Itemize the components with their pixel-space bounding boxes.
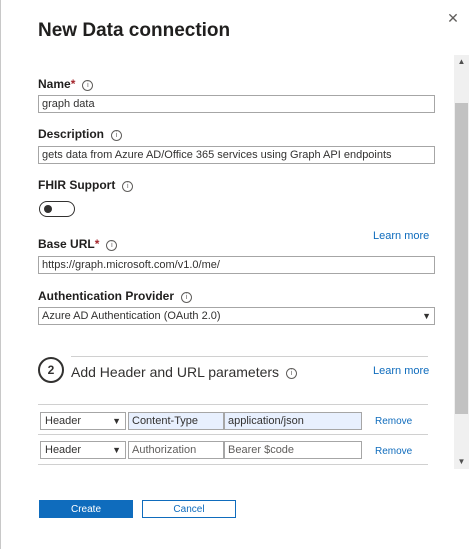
fhir-support-label: FHIR Support i <box>38 178 134 192</box>
param-value-input[interactable]: application/json <box>224 412 362 430</box>
name-input[interactable]: graph data <box>38 95 435 113</box>
required-mark: * <box>70 77 76 91</box>
fhir-support-toggle[interactable] <box>39 201 75 217</box>
params-learn-more-link[interactable]: Learn more <box>373 365 429 377</box>
auth-provider-label: Authentication Provider i <box>38 289 193 303</box>
param-type-selected: Header <box>45 444 82 456</box>
param-type-dropdown[interactable]: Header ▼ <box>40 441 126 459</box>
fhir-support-label-text: FHIR Support <box>38 178 116 192</box>
base-url-label: Base URL* i <box>38 237 118 251</box>
section-title: Add Header and URL parameters i <box>71 364 298 380</box>
scroll-down-arrow-icon[interactable]: ▼ <box>454 455 469 469</box>
param-type-dropdown[interactable]: Header ▼ <box>40 412 126 430</box>
auth-provider-label-text: Authentication Provider <box>38 289 175 303</box>
vertical-scrollbar[interactable]: ▲ ▼ <box>454 55 469 469</box>
info-icon[interactable]: i <box>181 292 193 303</box>
param-key-input[interactable]: Authorization <box>128 441 224 459</box>
info-icon[interactable]: i <box>286 368 298 379</box>
info-icon[interactable]: i <box>122 181 134 192</box>
base-url-input[interactable]: https://graph.microsoft.com/v1.0/me/ <box>38 256 435 274</box>
auth-provider-selected: Azure AD Authentication (OAuth 2.0) <box>42 310 221 322</box>
step-number-badge: 2 <box>38 357 64 383</box>
auth-provider-dropdown[interactable]: Azure AD Authentication (OAuth 2.0) ▼ <box>38 307 435 325</box>
info-icon[interactable]: i <box>106 240 118 251</box>
name-label: Name* i <box>38 77 94 91</box>
new-data-connection-panel: ✕ New Data connection ▲ ▼ Name* i graph d… <box>0 0 469 549</box>
cancel-button[interactable]: Cancel <box>142 500 236 518</box>
base-url-learn-more-link[interactable]: Learn more <box>373 230 429 242</box>
row-divider <box>38 464 428 465</box>
close-icon[interactable]: ✕ <box>445 10 461 26</box>
remove-param-link[interactable]: Remove <box>375 446 412 457</box>
chevron-down-icon: ▼ <box>422 311 431 321</box>
param-value-input[interactable]: Bearer $code <box>224 441 362 459</box>
param-type-selected: Header <box>45 415 82 427</box>
description-input[interactable]: gets data from Azure AD/Office 365 servi… <box>38 146 435 164</box>
row-divider <box>38 404 428 405</box>
info-icon[interactable]: i <box>111 130 123 141</box>
scroll-thumb[interactable] <box>455 103 468 414</box>
panel-title: New Data connection <box>38 20 231 41</box>
create-button[interactable]: Create <box>39 500 133 518</box>
description-label: Description i <box>38 127 123 141</box>
base-url-label-text: Base URL <box>38 237 95 251</box>
row-divider <box>38 434 428 435</box>
toggle-knob <box>44 205 52 213</box>
param-key-input[interactable]: Content-Type <box>128 412 224 430</box>
name-label-text: Name <box>38 77 71 91</box>
section-title-text: Add Header and URL parameters <box>71 364 280 380</box>
remove-param-link[interactable]: Remove <box>375 416 412 427</box>
chevron-down-icon: ▼ <box>112 445 121 455</box>
description-label-text: Description <box>38 127 105 141</box>
required-mark: * <box>94 237 100 251</box>
info-icon[interactable]: i <box>82 80 94 91</box>
scroll-up-arrow-icon[interactable]: ▲ <box>454 55 469 69</box>
section-divider <box>71 356 428 357</box>
chevron-down-icon: ▼ <box>112 416 121 426</box>
